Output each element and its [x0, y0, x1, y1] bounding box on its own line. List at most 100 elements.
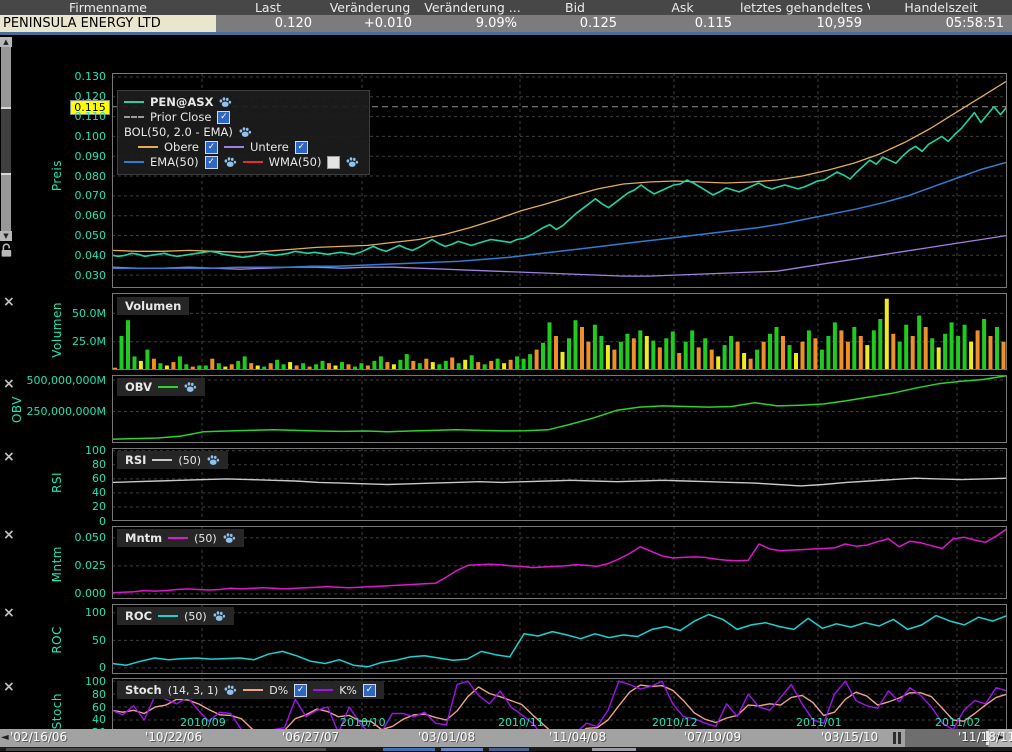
timeline-date-label: '10/22/06 [145, 730, 202, 744]
chart-area: ▲ ▼ 0.115 PEN@ASX Prior Close ✓ [0, 35, 1012, 729]
roc-panel[interactable] [112, 604, 1007, 674]
close-mntm-panel-button[interactable]: × [3, 529, 15, 541]
y-tick-label: 0.050 [0, 229, 106, 242]
mntm-plot[interactable] [112, 526, 1007, 599]
last-volume-cell: 10,959 [740, 15, 870, 32]
upper-band-checkbox[interactable]: ✓ [205, 141, 218, 154]
pen-asx-settings-icon[interactable] [219, 96, 232, 108]
volume-bar [956, 336, 960, 369]
col-header-ask: Ask [625, 0, 740, 15]
stochastic-settings-icon[interactable] [224, 684, 237, 696]
y-tick-label: 0 [0, 661, 106, 674]
volume-bar [431, 362, 435, 369]
volume-panel[interactable] [112, 293, 1007, 370]
volume-bar [535, 350, 539, 369]
volume-bar [580, 327, 584, 369]
volume-bar [385, 362, 389, 369]
change-cell: +0.010 [320, 15, 420, 32]
close-volumen-panel-button[interactable]: × [3, 296, 15, 308]
momentum-chip: Mntm (50) [117, 529, 244, 547]
roc-settings-icon[interactable] [213, 610, 226, 622]
volume-bar [943, 334, 947, 369]
price-legend: PEN@ASX Prior Close ✓ BOL(50, 2.0 - EMA)… [117, 90, 370, 175]
ema-checkbox[interactable]: ✓ [205, 156, 218, 169]
trading-chart-window: Firmenname Last Veränderung Veränderung … [0, 0, 1012, 751]
timeline-thumb[interactable] [893, 732, 896, 744]
volume-bar [139, 361, 143, 369]
volume-bar [872, 330, 876, 369]
volume-bar [158, 363, 162, 369]
obv-plot[interactable] [112, 375, 1007, 443]
volume-bar [807, 330, 811, 369]
rsi-settings-icon[interactable] [207, 454, 220, 466]
stoch-d-checkbox[interactable]: ✓ [294, 684, 307, 697]
volume-bar [359, 363, 363, 369]
momentum-param-label: (50) [194, 532, 217, 545]
volume-bar [833, 322, 837, 369]
ema-settings-icon[interactable] [224, 156, 237, 168]
volume-bar [424, 359, 428, 369]
volume-bar [989, 336, 993, 369]
volume-bar [801, 342, 805, 369]
stochastic-param-label: (14, 3, 1) [168, 684, 219, 697]
volume-bar [308, 367, 312, 369]
volume-bar [898, 342, 902, 369]
close-rsi-panel-button[interactable]: × [3, 451, 15, 463]
volumen-plot[interactable] [112, 293, 1007, 370]
volume-bar [651, 341, 655, 369]
volume-bar [262, 367, 266, 369]
volume-bar [995, 327, 999, 369]
volume-bar [366, 366, 370, 370]
volume-bar [249, 363, 253, 369]
roc-plot[interactable] [112, 604, 1007, 674]
volume-bar [599, 336, 603, 369]
stoch-k-label: K% [339, 684, 357, 697]
momentum-settings-icon[interactable] [223, 532, 236, 544]
scroll-left-icon[interactable]: ◄ [1, 729, 9, 747]
obv-panel[interactable] [112, 375, 1007, 443]
timeline-date-label: '06/27/07 [282, 730, 339, 744]
lower-band-checkbox[interactable]: ✓ [295, 141, 308, 154]
volume-bar [917, 316, 921, 369]
rsi-plot[interactable] [112, 448, 1007, 521]
close-obv-panel-button[interactable]: × [3, 378, 15, 390]
wma-label: WMA(50) [269, 155, 322, 169]
volume-bar [820, 350, 824, 369]
volume-bar [405, 354, 409, 369]
volume-chip-label: Volumen [125, 299, 181, 313]
timeline-date-label: '03/15/10 [821, 730, 878, 744]
x-axis-month-label: 2010/10 [340, 716, 386, 729]
volume-bar [204, 366, 208, 370]
lower-band-swatch [224, 146, 244, 148]
symbol-legend-label: PEN@ASX [150, 95, 213, 109]
close-stoch-panel-button[interactable]: × [3, 681, 15, 693]
bollinger-settings-icon[interactable] [239, 126, 252, 138]
close-roc-panel-button[interactable]: × [3, 607, 15, 619]
volume-bar [483, 364, 487, 369]
stoch-k-swatch [313, 689, 333, 691]
symbol-name-cell[interactable]: PENINSULA ENERGY LTD [0, 15, 216, 32]
volume-bar [301, 363, 305, 369]
rsi-panel[interactable] [112, 448, 1007, 521]
y-tick-label: 0 [0, 515, 106, 528]
volume-bar [924, 327, 928, 369]
wma-checkbox[interactable] [327, 156, 340, 169]
volume-bar [269, 363, 273, 369]
volume-bar [398, 360, 402, 369]
volume-bar [755, 350, 759, 369]
scroll-up-icon[interactable]: ▲ [0, 37, 12, 47]
timeline-scrollbar[interactable]: ◄ ► '02/16/06'10/22/06'06/27/07'03/01/08… [0, 729, 1012, 747]
prior-close-checkbox[interactable]: ✓ [217, 111, 230, 124]
stoch-k-checkbox[interactable]: ✓ [363, 684, 376, 697]
panel-border [113, 605, 1007, 674]
volume-bar [632, 338, 636, 369]
rsi-chip-label: RSI [125, 453, 146, 467]
volume-bar [243, 356, 247, 369]
upper-band-label: Obere [164, 140, 199, 154]
momentum-panel[interactable] [112, 526, 1007, 599]
obv-settings-icon[interactable] [184, 381, 197, 393]
volume-bar [878, 319, 882, 369]
wma-settings-icon[interactable] [346, 156, 359, 168]
volume-bar [937, 347, 941, 369]
y-tick-label: 500,000,000M [0, 374, 106, 387]
